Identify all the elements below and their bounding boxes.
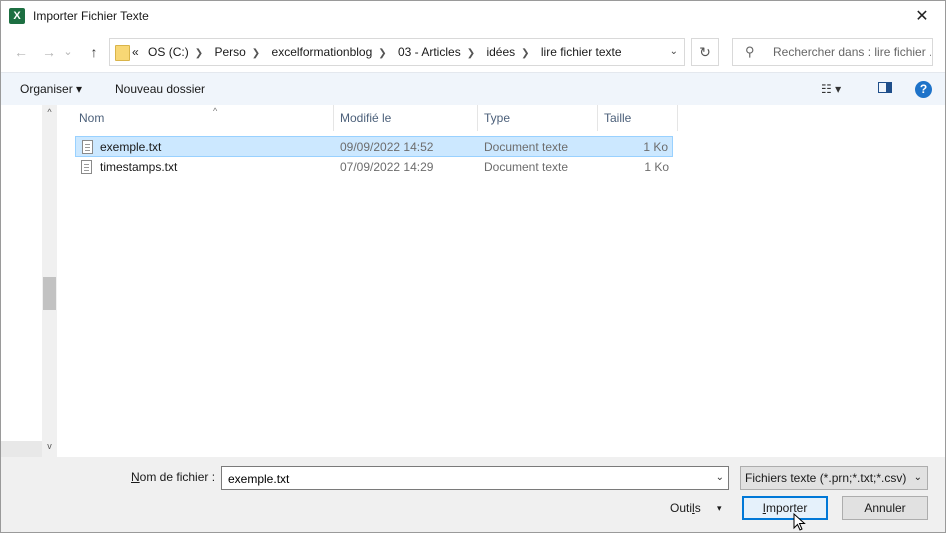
view-options-button[interactable]: ☷ ▾	[821, 73, 841, 105]
close-button[interactable]: ✕	[899, 1, 945, 33]
search-placeholder[interactable]: Rechercher dans : lire fichier ...	[773, 39, 931, 65]
cancel-button[interactable]: Annuler	[842, 496, 928, 520]
import-dialog: X Importer Fichier Texte ✕ ← → ⌄ ↑ « OS …	[0, 0, 946, 533]
filename-combobox[interactable]: ⌄	[221, 466, 729, 490]
breadcrumb-separator[interactable]: ❯	[378, 48, 386, 59]
refresh-button[interactable]: ↻	[691, 38, 719, 66]
breadcrumb-separator[interactable]: ❯	[467, 48, 475, 59]
navigation-pane-scrollbar[interactable]: ^ v	[42, 105, 57, 457]
column-header-type[interactable]: Type	[478, 105, 598, 131]
preview-pane-icon[interactable]	[878, 82, 892, 93]
breadcrumb-separator[interactable]: ❯	[521, 48, 529, 59]
address-dropdown-button[interactable]: ⌄	[670, 39, 678, 65]
file-list[interactable]: Nom ^ Modifié le Type Taille exemple.txt…	[57, 105, 945, 457]
file-row[interactable]: timestamps.txt 07/09/2022 14:29 Document…	[75, 157, 673, 178]
navigation-pane[interactable]	[1, 105, 42, 457]
chevron-down-icon: ⌄	[669, 46, 678, 57]
breadcrumb-item[interactable]: 03 - Articles	[398, 45, 461, 59]
close-icon: ✕	[915, 8, 929, 25]
text-file-icon	[81, 160, 92, 174]
recent-locations-button[interactable]: ⌄	[61, 41, 75, 63]
breadcrumb-overflow[interactable]: «	[132, 45, 139, 59]
tools-button[interactable]: Outils	[670, 500, 701, 516]
file-row[interactable]: exemple.txt 09/09/2022 14:52 Document te…	[75, 136, 673, 157]
breadcrumb-item[interactable]: OS (C:)	[148, 45, 189, 59]
arrow-left-icon: ←	[14, 44, 28, 60]
command-bar: Organiser ▾ Nouveau dossier ☷ ▾ ?	[1, 72, 945, 105]
scrollbar-thumb[interactable]	[43, 277, 56, 310]
dropdown-arrow-icon[interactable]: ▾	[717, 500, 722, 516]
file-name: exemple.txt	[100, 140, 162, 154]
mouse-cursor-icon	[793, 513, 806, 531]
organize-button[interactable]: Organiser ▾	[20, 73, 82, 105]
navigation-bar: ← → ⌄ ↑ « OS (C:) ❯ Perso ❯ excelformation…	[1, 35, 945, 69]
filename-label: Nom de fichier :	[131, 470, 215, 484]
file-size: 1 Ko	[644, 160, 669, 174]
details-view-icon: ☷ ▾	[821, 82, 842, 96]
arrow-up-icon: ↑	[90, 44, 98, 60]
arrow-right-icon: →	[42, 44, 56, 60]
column-header-size[interactable]: Taille	[598, 105, 678, 131]
chevron-down-icon: ⌄	[913, 472, 922, 483]
help-icon[interactable]: ?	[915, 81, 932, 98]
file-modified: 07/09/2022 14:29	[340, 160, 434, 174]
tools-label-part: s	[694, 501, 701, 515]
new-folder-button[interactable]: Nouveau dossier	[115, 73, 205, 105]
chevron-down-icon[interactable]: ⌄	[716, 467, 724, 489]
address-bar[interactable]: « OS (C:) ❯ Perso ❯ excelformationblog ❯ 03…	[109, 38, 685, 66]
up-button[interactable]: ↑	[83, 41, 105, 63]
file-type: Document texte	[484, 140, 569, 154]
filename-label-text: om de fichier :	[139, 470, 216, 484]
folder-icon	[115, 45, 130, 61]
file-modified: 09/09/2022 14:52	[340, 140, 434, 154]
scroll-down-icon[interactable]: v	[42, 441, 57, 451]
search-icon: ⚲	[745, 44, 755, 59]
title-bar: X Importer Fichier Texte ✕	[1, 1, 945, 33]
file-name: timestamps.txt	[100, 160, 178, 174]
forward-button[interactable]: →	[38, 41, 60, 63]
breadcrumb-item[interactable]: Perso	[214, 45, 245, 59]
text-file-icon	[82, 140, 93, 154]
refresh-icon: ↻	[699, 44, 711, 60]
navigation-pane-hscroll[interactable]	[1, 441, 42, 457]
scroll-up-icon[interactable]: ^	[42, 107, 57, 117]
dropdown-arrow-icon: ▾	[76, 82, 83, 96]
breadcrumb-item[interactable]: idées	[486, 45, 515, 59]
filename-input[interactable]	[226, 469, 710, 489]
column-header-label: Nom	[79, 111, 105, 125]
organize-label: Organiser	[20, 82, 73, 96]
back-button[interactable]: ←	[10, 41, 32, 63]
filename-label-accesskey: N	[131, 470, 140, 484]
chevron-down-icon: ⌄	[63, 46, 73, 58]
column-header-name[interactable]: Nom ^	[73, 105, 334, 131]
breadcrumb-item[interactable]: lire fichier texte	[541, 45, 622, 59]
filetype-value: Fichiers texte (*.prn;*.txt;*.csv)	[745, 471, 907, 485]
window-title: Importer Fichier Texte	[33, 9, 149, 23]
import-button[interactable]: Importer	[742, 496, 828, 520]
filetype-select[interactable]: Fichiers texte (*.prn;*.txt;*.csv) ⌄	[740, 466, 928, 490]
file-size: 1 Ko	[643, 140, 668, 154]
file-type: Document texte	[484, 160, 569, 174]
tools-label-part: Outi	[670, 501, 693, 515]
breadcrumb: « OS (C:) ❯ Perso ❯ excelformationblog ❯ 03…	[132, 39, 628, 65]
breadcrumb-separator[interactable]: ❯	[252, 48, 260, 59]
breadcrumb-item[interactable]: excelformationblog	[272, 45, 373, 59]
breadcrumb-separator[interactable]: ❯	[195, 48, 203, 59]
search-box[interactable]: ⚲ Rechercher dans : lire fichier ...	[732, 38, 933, 66]
excel-icon: X	[9, 8, 25, 24]
sort-ascending-icon: ^	[213, 106, 218, 116]
column-header-modified[interactable]: Modifié le	[334, 105, 478, 131]
